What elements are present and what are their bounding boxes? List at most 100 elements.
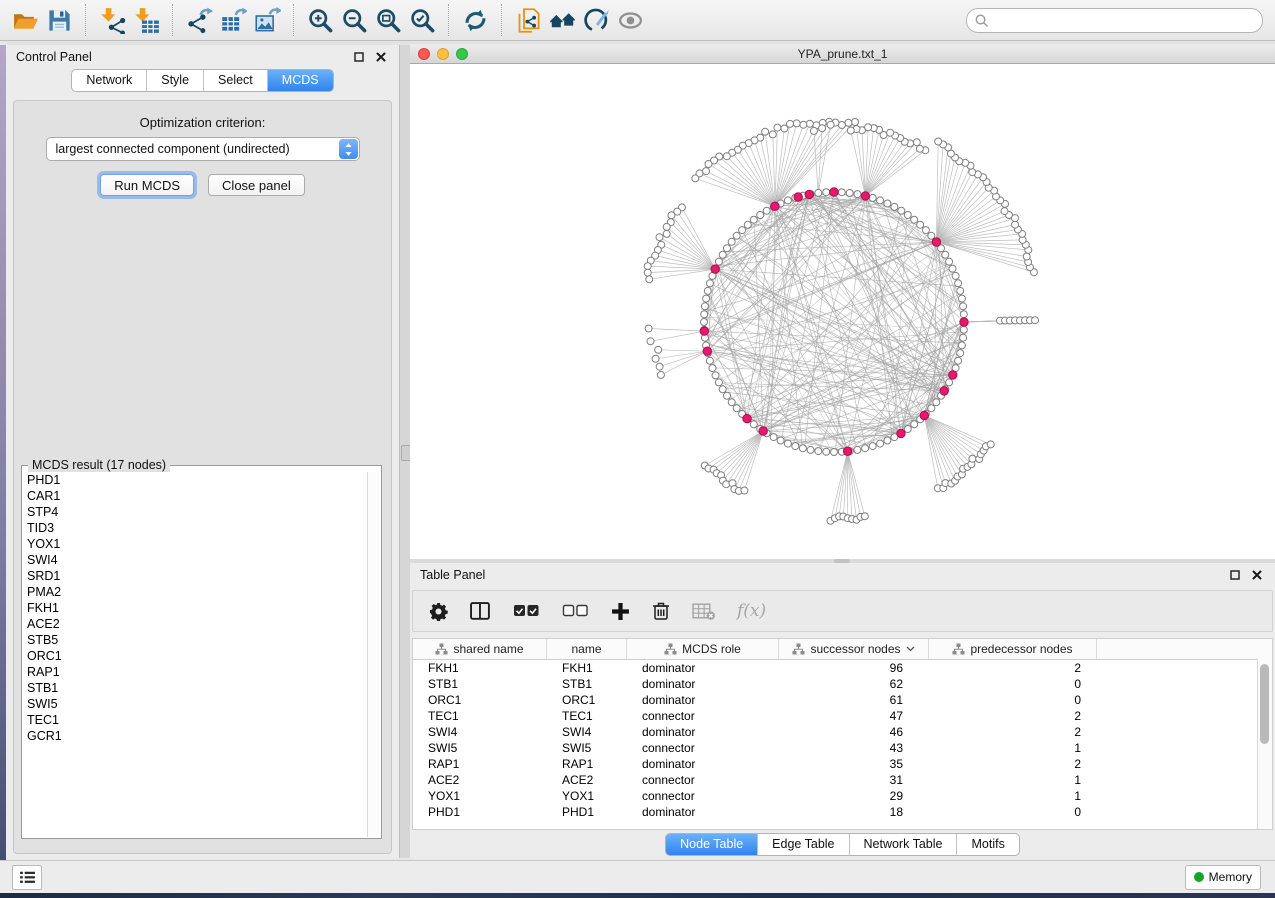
- run-mcds-button[interactable]: Run MCDS: [100, 174, 194, 196]
- mcds-result-item[interactable]: SWI5: [23, 696, 367, 712]
- close-panel-icon[interactable]: [1249, 567, 1265, 583]
- table-body: FKH1FKH1dominator962STB1STB1dominator620…: [413, 660, 1272, 820]
- tab-network-table[interactable]: Network Table: [850, 834, 958, 855]
- mcds-result-item[interactable]: RAP1: [23, 664, 367, 680]
- table-cell: dominator: [627, 725, 779, 739]
- mcds-result-item[interactable]: SRD1: [23, 568, 367, 584]
- column-header-MCDS-role[interactable]: MCDS role: [627, 639, 779, 659]
- function-builder-icon: f(x): [737, 601, 766, 621]
- show-hide-icon[interactable]: [613, 3, 647, 37]
- mcds-result-scrollbar[interactable]: [367, 472, 380, 837]
- tab-style[interactable]: Style: [147, 70, 204, 91]
- first-neighbors-icon[interactable]: [545, 3, 579, 37]
- deselect-all-columns-icon[interactable]: [562, 604, 589, 618]
- new-network-from-selection-icon[interactable]: [511, 3, 545, 37]
- tab-motifs[interactable]: Motifs: [957, 834, 1018, 855]
- mcds-result-item[interactable]: SWI4: [23, 552, 367, 568]
- mcds-result-item[interactable]: STB1: [23, 680, 367, 696]
- toolbar-separator: [293, 4, 294, 36]
- table-row[interactable]: SWI5SWI5connector431: [413, 740, 1272, 756]
- scrollbar-thumb[interactable]: [1260, 664, 1269, 744]
- column-header-name[interactable]: name: [547, 639, 627, 659]
- mcds-result-item[interactable]: TEC1: [23, 712, 367, 728]
- table-cell: TEC1: [413, 709, 547, 723]
- zoom-selected-icon[interactable]: [405, 3, 439, 37]
- mcds-result-item[interactable]: FKH1: [23, 600, 367, 616]
- mcds-result-item[interactable]: TID3: [23, 520, 367, 536]
- network-graph[interactable]: [410, 64, 1275, 560]
- table-row[interactable]: TEC1TEC1connector472: [413, 708, 1272, 724]
- network-window-titlebar[interactable]: YPA_prune.txt_1: [410, 44, 1275, 64]
- table-cell: SWI5: [413, 741, 547, 755]
- table-cell: STB1: [413, 677, 547, 691]
- mcds-result-item[interactable]: ACE2: [23, 616, 367, 632]
- task-history-button[interactable]: [12, 865, 42, 890]
- table-cell: ACE2: [413, 773, 547, 787]
- table-row[interactable]: ORC1ORC1dominator610: [413, 692, 1272, 708]
- tab-mcds[interactable]: MCDS: [268, 70, 333, 91]
- search-input[interactable]: [989, 10, 1262, 30]
- zoom-fit-icon[interactable]: [371, 3, 405, 37]
- control-panel-title: Control Panel: [16, 50, 345, 64]
- vertical-splitter[interactable]: [400, 45, 410, 858]
- table-row[interactable]: PHD1PHD1dominator180: [413, 804, 1272, 820]
- tab-select[interactable]: Select: [204, 70, 268, 91]
- close-panel-button[interactable]: Close panel: [208, 174, 305, 196]
- mcds-result-item[interactable]: STB5: [23, 632, 367, 648]
- column-header-predecessor-nodes[interactable]: predecessor nodes: [929, 639, 1097, 659]
- table-row[interactable]: ACE2ACE2connector311: [413, 772, 1272, 788]
- table-cell: 2: [929, 661, 1097, 675]
- table-settings-icon[interactable]: [429, 602, 448, 621]
- refresh-layout-icon[interactable]: [458, 3, 492, 37]
- table-cell: TEC1: [547, 709, 627, 723]
- export-table-icon[interactable]: [216, 3, 250, 37]
- table-row[interactable]: STB1STB1dominator620: [413, 676, 1272, 692]
- close-panel-icon[interactable]: [373, 49, 389, 65]
- delete-column-icon[interactable]: [652, 601, 670, 621]
- float-panel-icon[interactable]: [351, 49, 367, 65]
- mcds-result-item[interactable]: ORC1: [23, 648, 367, 664]
- column-label: name: [571, 642, 601, 656]
- table-cell: PHD1: [413, 805, 547, 819]
- optimization-criterion-label: Optimization criterion:: [14, 115, 391, 130]
- network-canvas[interactable]: [410, 64, 1275, 560]
- mcds-result-item[interactable]: CAR1: [23, 488, 367, 504]
- table-row[interactable]: RAP1RAP1dominator352: [413, 756, 1272, 772]
- table-cell: RAP1: [413, 757, 547, 771]
- mcds-result-item[interactable]: GCR1: [23, 728, 367, 744]
- create-column-icon[interactable]: [611, 602, 630, 621]
- mcds-result-item[interactable]: PMA2: [23, 584, 367, 600]
- tab-network[interactable]: Network: [72, 70, 147, 91]
- export-image-icon[interactable]: [250, 3, 284, 37]
- table-panel: Table Panel f(x) shared namenameMCDS rol…: [410, 563, 1275, 858]
- tab-node-table[interactable]: Node Table: [666, 834, 758, 855]
- zoom-out-icon[interactable]: [337, 3, 371, 37]
- table-cell: ACE2: [547, 773, 627, 787]
- column-label: successor nodes: [810, 642, 900, 656]
- float-panel-icon[interactable]: [1227, 567, 1243, 583]
- table-row[interactable]: SWI4SWI4dominator462: [413, 724, 1272, 740]
- tab-edge-table[interactable]: Edge Table: [758, 834, 849, 855]
- search-box[interactable]: [966, 8, 1263, 33]
- save-session-icon[interactable]: [42, 3, 76, 37]
- import-table-icon[interactable]: [129, 3, 163, 37]
- mcds-result-list[interactable]: PHD1CAR1STP4TID3YOX1SWI4SRD1PMA2FKH1ACE2…: [23, 472, 367, 837]
- column-header-shared-name[interactable]: shared name: [413, 639, 547, 659]
- optimization-criterion-select[interactable]: largest connected component (undirected): [46, 137, 360, 161]
- table-scrollbar[interactable]: [1257, 659, 1272, 829]
- visual-style-icon[interactable]: [579, 3, 613, 37]
- select-all-columns-icon[interactable]: [513, 604, 540, 618]
- memory-button[interactable]: Memory: [1185, 865, 1261, 890]
- mcds-result-item[interactable]: PHD1: [23, 472, 367, 488]
- network-window: YPA_prune.txt_1: [410, 44, 1275, 559]
- table-row[interactable]: FKH1FKH1dominator962: [413, 660, 1272, 676]
- table-row[interactable]: YOX1YOX1connector291: [413, 788, 1272, 804]
- mcds-result-item[interactable]: STP4: [23, 504, 367, 520]
- mcds-result-item[interactable]: YOX1: [23, 536, 367, 552]
- import-network-icon[interactable]: [95, 3, 129, 37]
- show-columns-icon[interactable]: [470, 602, 491, 621]
- zoom-in-icon[interactable]: [303, 3, 337, 37]
- export-network-icon[interactable]: [182, 3, 216, 37]
- column-header-successor-nodes[interactable]: successor nodes: [779, 639, 929, 659]
- open-session-icon[interactable]: [8, 3, 42, 37]
